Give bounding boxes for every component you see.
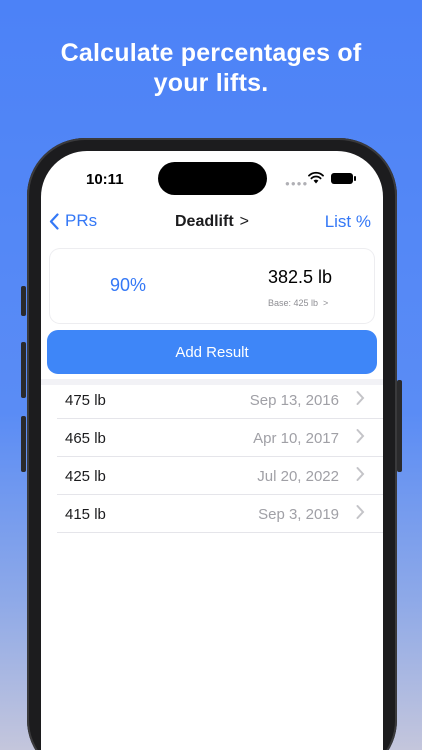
headline-line-2: your lifts. xyxy=(153,69,269,97)
add-result-button[interactable]: Add Result xyxy=(47,330,377,374)
list-item[interactable]: 425 lb Jul 20, 2022 xyxy=(41,457,383,495)
page-title-label: Deadlift xyxy=(174,213,234,230)
list-item[interactable]: 475 lb Sep 13, 2016 xyxy=(41,381,383,419)
navigation-bar: PRs Deadlift > List % xyxy=(41,207,383,241)
result-weight: 415 lb xyxy=(65,506,106,523)
base-weight-label: Base: 425 lb xyxy=(268,298,319,308)
status-bar: 10:11 ●●●● xyxy=(41,151,383,205)
dynamic-island xyxy=(158,162,267,195)
result-date: Apr 10, 2017 xyxy=(253,430,339,447)
chevron-right-icon: > xyxy=(239,213,249,230)
chevron-right-icon: > xyxy=(323,298,329,308)
status-time: 10:11 xyxy=(86,171,124,188)
result-weight: 465 lb xyxy=(65,430,106,447)
percentage-calculator-card: 90% 382.5 lb Base: 425 lb > xyxy=(50,249,374,323)
result-date: Sep 13, 2016 xyxy=(249,392,339,409)
result-date: Sep 3, 2019 xyxy=(258,506,339,523)
chevron-right-icon xyxy=(356,505,365,519)
phone-action-button xyxy=(21,286,26,316)
cellular-signal-icon: ●●●● xyxy=(285,179,309,188)
results-list: 475 lb Sep 13, 2016 465 lb Apr 10, 2017 … xyxy=(41,381,383,533)
chevron-right-icon xyxy=(356,429,365,443)
chevron-right-icon xyxy=(356,467,365,481)
list-item[interactable]: 415 lb Sep 3, 2019 xyxy=(41,495,383,533)
result-date: Jul 20, 2022 xyxy=(257,468,339,485)
percentage-value[interactable]: 90% xyxy=(110,275,146,296)
calculated-weight: 382.5 lb xyxy=(268,267,333,287)
phone-volume-down-button xyxy=(21,416,26,472)
base-weight-selector[interactable]: Base: 425 lb > xyxy=(268,298,328,308)
phone-volume-up-button xyxy=(21,342,26,398)
result-weight: 475 lb xyxy=(65,392,106,409)
phone-screen: 10:11 ●●●● PRs Deadlift > List % 90% 382.… xyxy=(41,151,383,750)
headline-line-1: Calculate percentages of xyxy=(60,39,362,67)
result-weight: 425 lb xyxy=(65,468,106,485)
list-item[interactable]: 465 lb Apr 10, 2017 xyxy=(41,419,383,457)
phone-power-button xyxy=(397,380,402,472)
marketing-headline: Calculate percentages of your lifts. xyxy=(0,38,422,98)
list-percentages-button[interactable]: List % xyxy=(325,212,371,232)
wifi-icon xyxy=(308,171,324,184)
chevron-right-icon xyxy=(356,391,365,405)
battery-icon xyxy=(331,173,356,184)
